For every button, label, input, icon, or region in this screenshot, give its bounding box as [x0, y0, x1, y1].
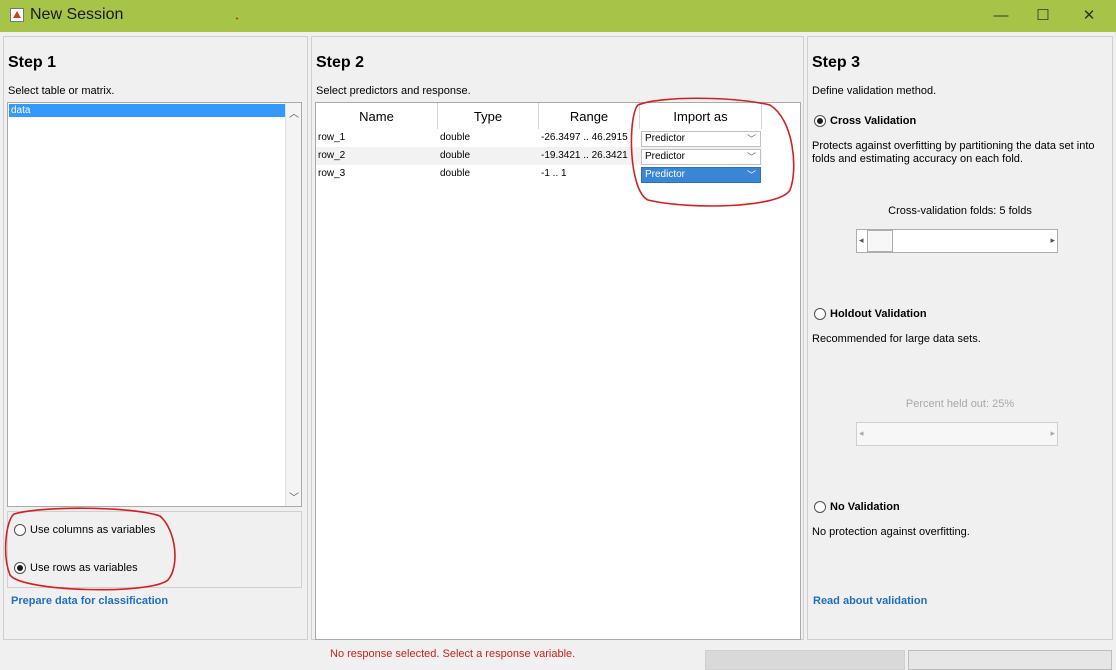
table-row[interactable]: row_1 double -26.3497 .. 46.2915 Predict… [316, 129, 762, 147]
import-as-value: Predictor [645, 133, 686, 144]
folds-slider[interactable]: ◂ ▸ [856, 229, 1058, 253]
cell-range: -1 .. 1 [541, 168, 567, 179]
use-columns-option[interactable]: Use columns as variables [14, 524, 155, 536]
chevron-down-icon: ﹀ [746, 170, 756, 180]
holdout-validation-desc: Recommended for large data sets. [812, 333, 981, 345]
holdout-validation-label: Holdout Validation [830, 308, 927, 320]
import-as-value: Predictor [645, 169, 686, 180]
slider-right-icon[interactable]: ▸ [1050, 428, 1055, 439]
maximize-button[interactable]: ☐ [1020, 0, 1066, 32]
use-rows-label: Use rows as variables [30, 562, 138, 574]
cell-name: row_1 [318, 132, 346, 143]
cross-validation-desc: Protects against overfitting by partitio… [812, 140, 1095, 165]
list-item[interactable]: data [9, 104, 285, 117]
cell-name: row_3 [318, 168, 346, 179]
read-about-validation-link[interactable]: Read about validation [813, 595, 927, 607]
scroll-up-icon[interactable]: ︿ [289, 105, 299, 120]
cell-name: row_2 [318, 150, 346, 161]
column-header-range[interactable]: Range [539, 103, 640, 130]
step1-panel: Step 1 Select table or matrix. data ︿ ﹀ … [3, 36, 308, 640]
table-listbox[interactable]: data ︿ ﹀ [7, 102, 302, 507]
no-validation-desc: No protection against overfitting. [812, 526, 970, 538]
import-as-dropdown[interactable]: Predictor ﹀ [641, 167, 761, 183]
holdout-slider[interactable]: ◂ ▸ [856, 422, 1058, 446]
scroll-down-icon[interactable]: ﹀ [289, 489, 299, 504]
cell-range: -19.3421 .. 26.3421 [541, 150, 628, 161]
folds-label: Cross-validation folds: 5 folds [888, 205, 1032, 217]
step3-title: Step 3 [812, 54, 861, 71]
start-session-button[interactable] [705, 650, 905, 670]
slider-left-icon[interactable]: ◂ [859, 235, 864, 246]
title-bar: New Session — ☐ ✕ [0, 0, 1116, 32]
listbox-scrollbar[interactable]: ︿ ﹀ [285, 103, 301, 506]
slider-left-icon[interactable]: ◂ [859, 428, 864, 439]
cell-type: double [440, 132, 471, 143]
step1-title: Step 1 [8, 54, 57, 71]
column-header-import-as[interactable]: Import as [640, 103, 762, 130]
step2-title: Step 2 [316, 54, 365, 71]
holdout-validation-radio[interactable] [814, 308, 826, 320]
close-button[interactable]: ✕ [1066, 0, 1112, 32]
import-as-value: Predictor [645, 151, 686, 162]
chevron-down-icon: ﹀ [746, 152, 756, 162]
no-validation-option[interactable]: No Validation [814, 501, 900, 513]
chevron-down-icon: ﹀ [746, 134, 756, 144]
cross-validation-radio[interactable] [814, 115, 826, 127]
percent-held-out-label: Percent held out: 25% [905, 398, 1015, 410]
variables-table: Name Type Range Import as row_1 double -… [315, 102, 801, 640]
use-rows-option[interactable]: Use rows as variables [14, 562, 138, 574]
matlab-app-icon [10, 8, 24, 22]
status-message: No response selected. Select a response … [330, 648, 576, 660]
minimize-button[interactable]: — [978, 0, 1024, 32]
use-rows-radio[interactable] [14, 562, 26, 574]
cancel-button[interactable] [908, 650, 1112, 670]
holdout-validation-option[interactable]: Holdout Validation [814, 308, 927, 320]
step1-subtitle: Select table or matrix. [8, 85, 115, 97]
cross-validation-label: Cross Validation [830, 115, 917, 127]
cell-range: -26.3497 .. 46.2915 [541, 132, 628, 143]
no-validation-label: No Validation [830, 501, 900, 513]
column-header-type[interactable]: Type [438, 103, 539, 130]
window-title: New Session [30, 6, 124, 23]
step2-subtitle: Select predictors and response. [316, 85, 471, 97]
import-as-dropdown[interactable]: Predictor ﹀ [641, 131, 761, 147]
use-columns-label: Use columns as variables [30, 524, 156, 536]
use-columns-radio[interactable] [14, 524, 26, 536]
table-row[interactable]: row_2 double -19.3421 .. 26.3421 Predict… [316, 147, 762, 165]
cross-validation-option[interactable]: Cross Validation [814, 115, 916, 127]
step3-panel: Step 3 Define validation method. Cross V… [807, 36, 1113, 640]
no-validation-radio[interactable] [814, 501, 826, 513]
cell-type: double [440, 150, 471, 161]
slider-thumb[interactable] [867, 230, 893, 252]
step2-panel: Step 2 Select predictors and response. N… [311, 36, 804, 640]
column-header-name[interactable]: Name [316, 103, 438, 130]
step3-subtitle: Define validation method. [812, 85, 937, 97]
cell-type: double [440, 168, 471, 179]
slider-right-icon[interactable]: ▸ [1050, 235, 1055, 246]
import-as-dropdown[interactable]: Predictor ﹀ [641, 149, 761, 165]
prepare-data-link[interactable]: Prepare data for classification [11, 595, 168, 607]
variable-orientation-group: Use columns as variables Use rows as var… [7, 511, 302, 588]
table-row[interactable]: row_3 double -1 .. 1 Predictor ﹀ [316, 165, 762, 183]
